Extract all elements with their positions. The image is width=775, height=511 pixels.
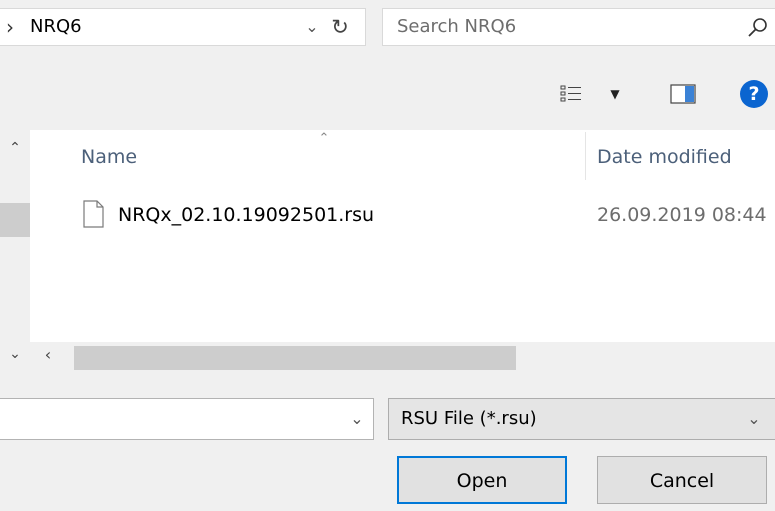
file-name-input[interactable]: ⌄ bbox=[0, 398, 374, 440]
column-divider[interactable] bbox=[585, 132, 586, 180]
vertical-scroll-thumb[interactable] bbox=[0, 203, 30, 237]
view-options-icon[interactable] bbox=[560, 84, 582, 104]
open-button[interactable]: Open bbox=[397, 456, 567, 504]
file-icon bbox=[83, 200, 104, 228]
file-name[interactable]: NRQx_02.10.19092501.rsu bbox=[118, 202, 374, 228]
address-bar[interactable]: › NRQ6 ⌄ ↻ bbox=[0, 8, 366, 46]
column-header-date-modified[interactable]: Date modified bbox=[597, 144, 732, 170]
cancel-button[interactable]: Cancel bbox=[597, 456, 767, 504]
search-input[interactable]: Search NRQ6 bbox=[382, 8, 775, 46]
sort-ascending-icon: ⌃ bbox=[318, 131, 330, 146]
refresh-icon[interactable]: ↻ bbox=[326, 14, 354, 40]
breadcrumb-folder[interactable]: NRQ6 bbox=[30, 15, 82, 39]
scroll-left-icon[interactable]: ‹ bbox=[38, 342, 58, 368]
file-row[interactable]: NRQx_02.10.19092501.rsu 26.09.2019 08:44 bbox=[30, 196, 775, 234]
scroll-up-icon[interactable]: ⌃ bbox=[0, 136, 30, 160]
column-header-name[interactable]: Name bbox=[81, 144, 137, 170]
file-date-modified: 26.09.2019 08:44 bbox=[597, 204, 767, 226]
file-type-select[interactable]: RSU File (*.rsu) ⌄ bbox=[388, 398, 775, 440]
scroll-down-icon[interactable]: ⌄ bbox=[0, 342, 30, 366]
help-icon[interactable]: ? bbox=[740, 80, 768, 108]
search-icon[interactable] bbox=[747, 17, 769, 39]
vertical-scrollbar[interactable]: ⌃ ⌄ bbox=[0, 130, 30, 368]
file-type-value: RSU File (*.rsu) bbox=[401, 408, 537, 429]
view-dropdown-caret-icon[interactable]: ▼ bbox=[606, 84, 624, 104]
preview-pane-icon[interactable] bbox=[670, 84, 696, 104]
chevron-down-icon[interactable]: ⌄ bbox=[346, 407, 368, 431]
file-list[interactable]: ⌃ ⌄ ⌃ Name Date modified NRQx_02.10.1909… bbox=[0, 130, 775, 370]
chevron-down-icon[interactable]: ⌄ bbox=[743, 407, 765, 431]
chevron-down-icon[interactable]: ⌄ bbox=[300, 15, 324, 39]
horizontal-scroll-thumb[interactable] bbox=[74, 346, 516, 370]
breadcrumb-chevron-icon[interactable]: › bbox=[6, 15, 26, 39]
horizontal-scrollbar[interactable]: ‹ bbox=[30, 342, 775, 370]
search-placeholder: Search NRQ6 bbox=[397, 16, 517, 37]
